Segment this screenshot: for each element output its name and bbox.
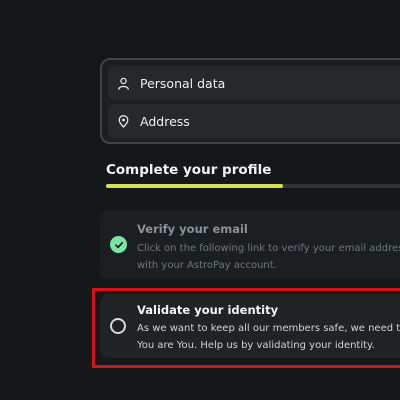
profile-menu: Personal data Address — [100, 58, 400, 144]
menu-item-label: Personal data — [140, 75, 226, 91]
menu-item-personal-data[interactable]: Personal data — [108, 66, 400, 100]
step-description: As we want to keep all our members safe,… — [137, 320, 400, 354]
menu-item-label: Address — [140, 113, 190, 129]
step-description-line: As we want to keep all our members safe,… — [137, 323, 400, 334]
user-icon — [116, 76, 130, 90]
step-title: Verify your email — [137, 222, 248, 236]
step-description: Click on the following link to verify yo… — [137, 240, 400, 274]
validate-identity-step[interactable]: Validate your identity As we want to kee… — [100, 294, 400, 358]
complete-profile-title: Complete your profile — [106, 162, 272, 178]
verify-email-step[interactable]: Verify your email Click on the following… — [100, 211, 400, 279]
profile-screen: Personal data Address Complete your prof… — [0, 0, 400, 400]
step-description-line: Click on the following link to verify yo… — [137, 243, 400, 254]
unchecked-circle-icon — [110, 318, 126, 334]
step-description-line: You are You. Help us by validating your … — [137, 340, 375, 351]
step-description-line: with your AstroPay account. — [137, 260, 277, 271]
location-pin-icon — [116, 114, 130, 128]
profile-progress-fill — [106, 184, 283, 188]
check-icon — [110, 236, 127, 253]
step-title: Validate your identity — [137, 303, 279, 317]
menu-item-address[interactable]: Address — [108, 104, 400, 138]
profile-progress-bar — [106, 184, 400, 188]
